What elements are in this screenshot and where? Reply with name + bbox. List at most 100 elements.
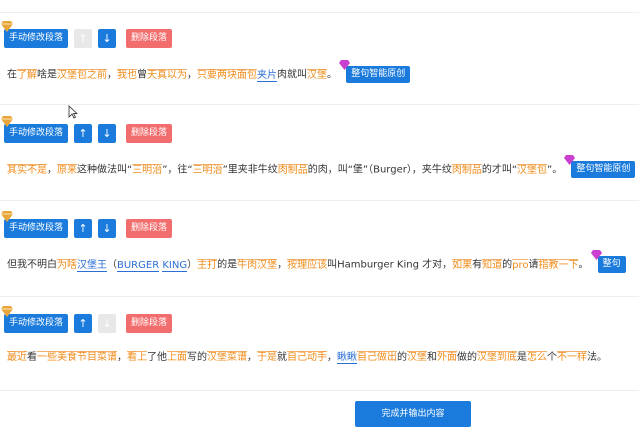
keyword[interactable]: 汉堡 [207,351,227,363]
keyword[interactable]: 不一样 [557,351,587,363]
delete-paragraph-button[interactable]: 删除段落 [126,313,173,333]
keyword[interactable]: 到底 [497,351,517,363]
keyword-alt[interactable]: 汉堡王 [77,259,107,272]
keyword[interactable]: 我也 [117,68,137,81]
keyword[interactable]: 其实 [7,163,27,176]
text-segment: 。 [327,69,337,81]
move-down-button[interactable]: ↓ [98,28,117,48]
gold-gem-icon [1,21,13,32]
keyword-alt[interactable]: KING [162,259,188,272]
text-segment: 这种做法叫“ [77,164,133,176]
text-segment: 请 [528,259,539,271]
keyword[interactable]: 三明治 [192,163,223,176]
keyword[interactable]: 汉堡 [477,351,497,363]
delete-paragraph-button[interactable]: 删除段落 [126,123,173,143]
text-segment: ） [187,259,198,271]
text-segment: 是 [517,352,527,363]
keyword[interactable]: 为啥 [57,258,77,271]
keyword[interactable]: 主打 [197,258,218,271]
manual-edit-button[interactable]: 手动修改段落 [4,218,69,238]
move-down-button[interactable]: ↓ [98,123,117,143]
keyword[interactable]: 肉制品 [277,163,308,176]
keyword[interactable]: 两块 [217,68,237,81]
finish-output-button[interactable]: 完成并输出内容 [355,401,471,427]
keyword[interactable]: 上面 [167,351,187,363]
arrow-down-icon: ↓ [102,316,112,330]
text-segment: ， [247,352,257,363]
keyword[interactable]: 三明治 [132,163,163,176]
pink-gem-icon [564,155,576,165]
text-segment: 和 [427,352,437,363]
paragraph-toolbar: 手动修改段落 ↑ ↓ 删除段落 [1,116,173,143]
keyword-alt[interactable]: 瞅瞅 [337,352,357,364]
keyword[interactable]: pro [512,258,529,271]
smart-rewrite-wrap: 整句智能原创 [564,155,636,178]
keyword[interactable]: 菜谱 [97,351,117,363]
keyword[interactable]: 汉堡包之前 [57,68,107,81]
keyword-alt[interactable]: BURGER [117,259,160,272]
move-down-button[interactable]: ↓ [98,218,117,238]
keyword[interactable]: 只要 [197,68,217,81]
keyword[interactable]: 知道 [482,258,503,271]
keyword[interactable]: 汉堡包 [517,163,548,176]
keyword[interactable]: 一下 [558,258,579,271]
keyword[interactable]: 汉堡 [407,351,427,363]
keyword[interactable]: 不是 [27,163,47,176]
move-up-button[interactable]: ↑ [74,28,93,48]
keyword[interactable]: 天真 [147,68,167,81]
keyword[interactable]: 一些 [37,351,57,363]
text-segment: ”里夹非牛纹 [222,164,278,176]
keyword[interactable]: 肉制品 [451,163,482,176]
keyword[interactable]: 指教 [538,258,559,271]
keyword[interactable]: 面包 [237,68,257,81]
text-segment: 写的 [187,352,207,363]
move-down-button[interactable]: ↓ [98,313,117,333]
keyword[interactable]: 了解 [17,68,37,81]
text-segment: 的肉，叫“堡”（Burger），夹牛纹 [307,164,452,176]
keyword[interactable]: 自己动手 [287,351,327,363]
paragraph-block: 手动修改段落 ↑ ↓ 删除段落 但我不明白为啥汉堡王（BURGER KING）主… [0,211,639,308]
text-segment: 啥是 [37,69,57,81]
gold-gem-icon [1,211,13,222]
keyword[interactable]: 做出 [377,351,397,363]
move-up-button[interactable]: ↑ [74,218,93,238]
keyword[interactable]: 按理 [287,258,308,271]
text-segment: 肉就叫 [277,69,307,81]
arrow-up-icon: ↑ [78,126,88,140]
keyword[interactable]: 看上 [127,351,147,363]
smart-rewrite-button[interactable]: 整句智能原创 [346,66,411,83]
keyword-alt[interactable]: 夹片 [257,69,277,82]
keyword[interactable]: 汉堡 [307,68,327,81]
keyword[interactable]: 于是 [257,351,277,363]
keyword[interactable]: 美食节目 [57,351,97,363]
smart-rewrite-button[interactable]: 整句 [597,256,626,273]
keyword[interactable]: 原来 [57,163,77,176]
paragraph-text: 但我不明白为啥汉堡王（BURGER KING）主打的是牛肉汉堡，按理应该叫Ham… [7,250,639,273]
manual-edit-button[interactable]: 手动修改段落 [4,313,69,333]
smart-rewrite-button[interactable]: 整句智能原创 [571,161,636,178]
keyword[interactable]: 菜谱 [227,351,247,363]
keyword[interactable]: 以为 [167,68,187,81]
text-segment: 的 [502,259,513,271]
paragraph-block: 手动修改段落 ↑ ↓ 删除段落 其实不是，原来这种做法叫“三明治”，往“三明治”… [0,116,639,213]
delete-paragraph-button[interactable]: 删除段落 [126,28,173,48]
text-segment: 的才叫“ [481,164,518,176]
keyword[interactable]: 外面 [437,351,457,363]
keyword[interactable]: 最近 [7,351,27,363]
delete-paragraph-button[interactable]: 删除段落 [126,218,173,238]
text-segment: 在 [7,69,17,81]
move-up-button[interactable]: ↑ [74,123,93,143]
keyword[interactable]: 应该 [307,258,328,271]
keyword[interactable]: 牛肉汉堡 [237,258,278,271]
text-segment: （ [107,259,117,271]
manual-edit-button[interactable]: 手动修改段落 [4,123,69,143]
keyword[interactable]: 怎么 [527,351,547,363]
gold-gem-icon [1,306,13,317]
text-segment: 曾 [137,69,147,81]
manual-edit-button[interactable]: 手动修改段落 [4,28,69,48]
keyword[interactable]: 如果 [452,258,473,271]
keyword[interactable]: 自己 [357,351,377,363]
pink-gem-icon [590,250,602,260]
move-up-button[interactable]: ↑ [74,313,93,333]
arrow-up-icon: ↑ [78,316,88,330]
